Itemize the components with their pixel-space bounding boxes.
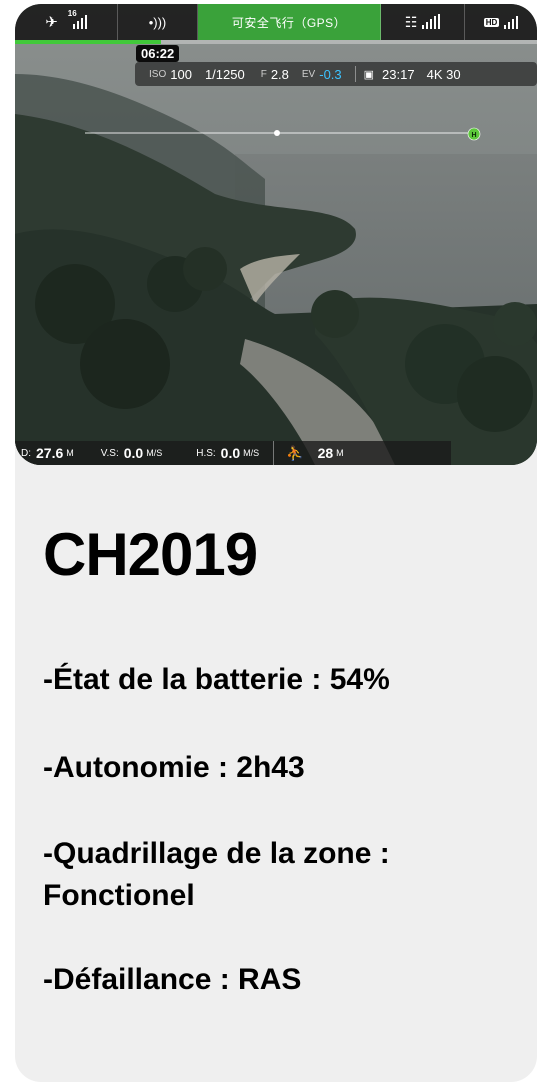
storage-icon: ▣ [363, 68, 375, 81]
video-resolution: 4K 30 [426, 66, 461, 82]
remote-controller-icon: ☷ [404, 13, 418, 30]
shutter-value: 1/1250 [204, 66, 245, 82]
vertical-speed-unit: M/S [146, 448, 163, 458]
exposure-divider [354, 66, 356, 82]
ev-value: -0.3 [319, 66, 342, 82]
hd-signal-bars-icon [504, 15, 519, 29]
vertical-speed-value: 0.0 [123, 445, 144, 461]
home-marker-label: H [471, 132, 476, 139]
telemetry-divider [273, 441, 275, 465]
remote-controller-signal[interactable]: ☷ [381, 4, 465, 40]
hd-video-signal[interactable]: HD [465, 4, 537, 40]
recording-progress-bar [15, 40, 537, 44]
recording-time: 06:22 [136, 45, 180, 62]
satellite-icon: ✈ [45, 14, 58, 31]
ev-label: EV [301, 68, 316, 80]
report-card: H ✈ 16 •))) 可安全飞行（GPS） ☷ HD 06:22 ISO 10… [15, 4, 537, 1082]
grid-status-line2: Fonctionel [43, 879, 195, 912]
hd-icon: HD [483, 17, 500, 27]
horizontal-speed-unit: M/S [243, 448, 260, 458]
aperture-label: F [260, 68, 267, 80]
iso-value: 100 [170, 66, 192, 82]
recording-progress-fill [15, 40, 162, 44]
altitude-person-icon: ⛹ [286, 444, 304, 461]
flight-status-banner[interactable]: 可安全飞行（GPS） [198, 4, 381, 40]
iso-label: ISO [149, 68, 167, 80]
horizontal-speed-label: H.S: [196, 447, 216, 459]
camera-view: H ✈ 16 •))) 可安全飞行（GPS） ☷ HD 06:22 ISO 10… [15, 4, 537, 465]
report-title: CH2019 [43, 521, 258, 588]
distance-value: 27.6 [36, 445, 64, 461]
telemetry-bar: D: 27.6 M V.S: 0.0 M/S H.S: 0.0 M/S ⛹ 28… [15, 441, 451, 465]
aircraft-attitude-dot [274, 130, 280, 136]
remaining-record-time: 23:17 [382, 66, 415, 82]
satellite-count: 16 [67, 9, 77, 18]
aperture-value: 2.8 [270, 66, 289, 82]
vertical-speed-label: V.S: [100, 447, 119, 459]
altitude-unit: M [336, 448, 344, 458]
vision-sensor-icon: •))) [148, 14, 167, 30]
distance-unit: M [66, 448, 74, 458]
top-status-bar: ✈ 16 •))) 可安全飞行（GPS） ☷ HD [15, 4, 537, 40]
flight-status-text: 可安全飞行（GPS） [231, 15, 347, 30]
horizontal-speed-value: 0.0 [220, 445, 241, 461]
camera-exposure-bar[interactable]: ISO 100 1/1250 F 2.8 EV -0.3 ▣ 23:17 4K … [135, 62, 537, 86]
grid-status-line1: -Quadrillage de la zone : [43, 837, 390, 870]
gps-signal-indicator[interactable]: ✈ 16 [15, 4, 118, 40]
failure-status: -Défaillance : RAS [43, 963, 302, 996]
distance-label: D: [21, 447, 31, 459]
autonomy-status: -Autonomie : 2h43 [43, 751, 305, 784]
obstacle-sensing-indicator[interactable]: •))) [118, 4, 198, 40]
rc-signal-bars-icon [422, 14, 441, 29]
battery-status: -État de la batterie : 54% [43, 663, 390, 696]
altitude-value: 28 [317, 445, 334, 461]
